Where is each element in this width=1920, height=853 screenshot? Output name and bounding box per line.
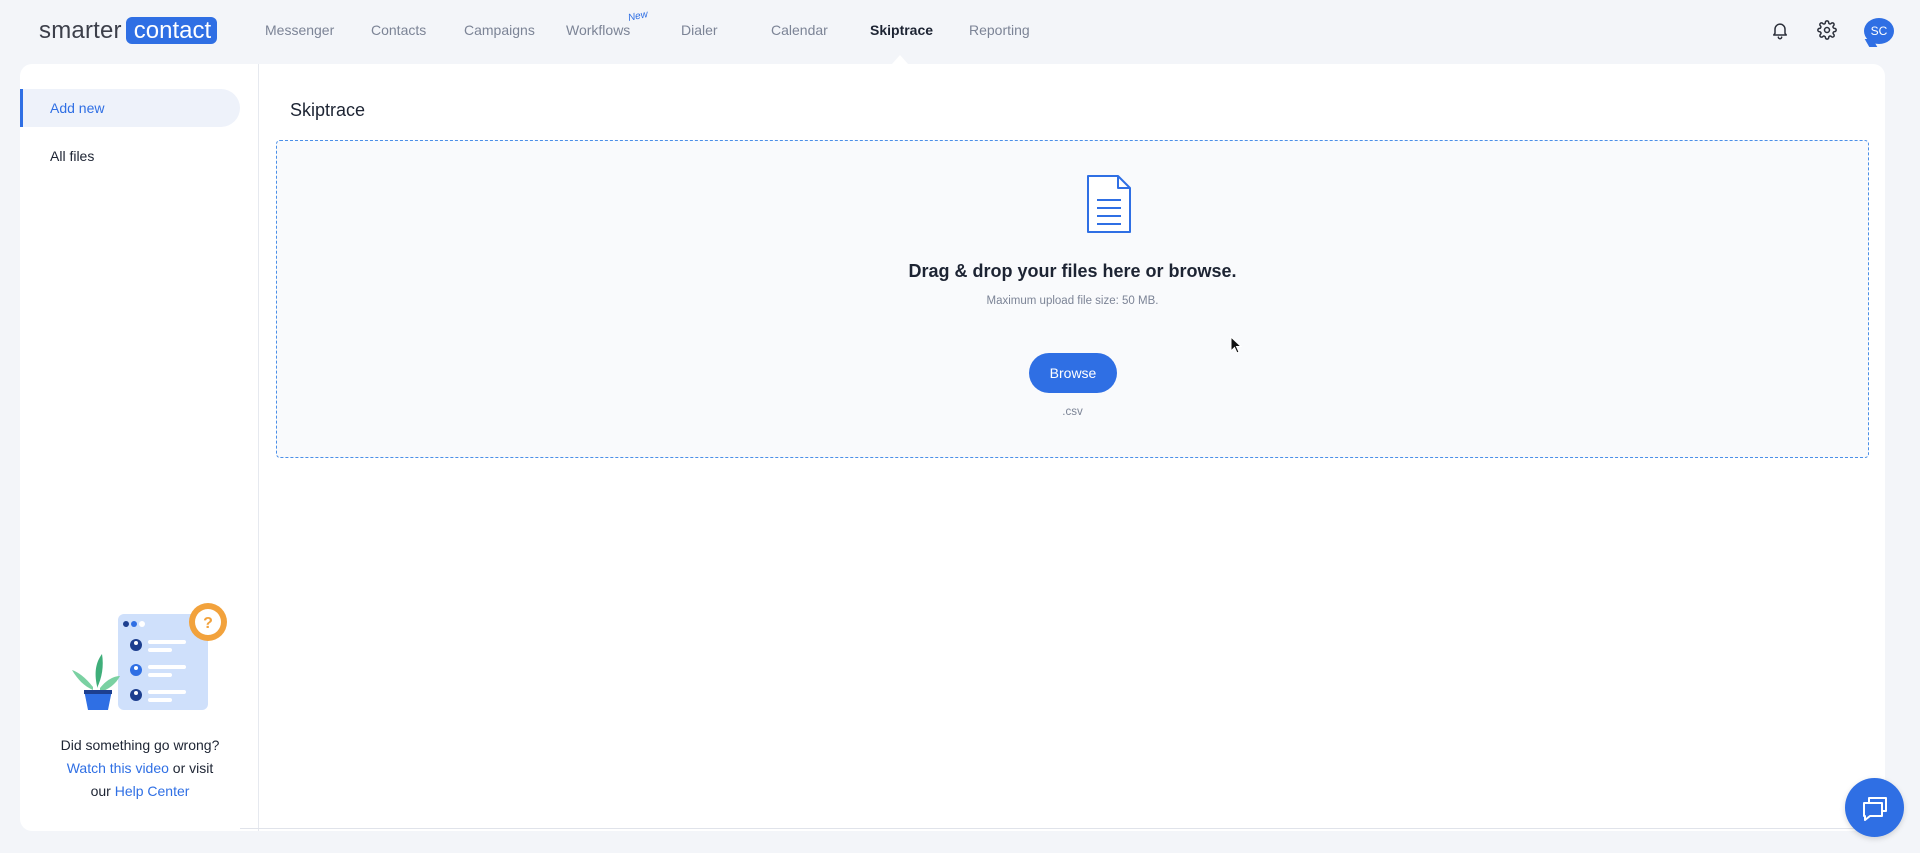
page-title: Skiptrace [290,100,366,120]
nav-calendar[interactable]: Calendar [771,22,828,38]
nav-workflows[interactable]: Workflows [566,22,630,38]
help-center-link[interactable]: Help Center [115,783,190,799]
help-text: Did something go wrong? Watch this video… [40,734,240,803]
new-badge: New [627,9,649,24]
our-text: our [90,783,115,799]
document-icon [1087,175,1131,233]
watch-video-link[interactable]: Watch this video [67,760,169,776]
help-line-2: Watch this video or visit [40,757,240,780]
nav-reporting[interactable]: Reporting [969,22,1030,38]
nav-messenger[interactable]: Messenger [265,22,334,38]
file-dropzone[interactable]: Drag & drop your files here or browse. M… [276,140,1869,458]
gear-icon[interactable] [1815,18,1839,42]
chat-support-button[interactable] [1845,778,1904,837]
bell-icon[interactable] [1768,18,1792,42]
brand-word-smarter: smarter [39,17,122,44]
or-visit-text: or visit [168,760,214,776]
nav-skiptrace[interactable]: Skiptrace [870,22,933,38]
help-illustration: ? [72,603,227,710]
brand-word-contact: contact [125,17,218,44]
mouse-cursor-icon [1230,336,1242,354]
sidebar-item-add-new[interactable]: Add new [20,89,240,127]
top-navigation: smarter contact Messenger Contacts Campa… [0,0,1920,64]
brand-logo[interactable]: smarter contact [39,17,218,44]
chat-icon [1862,796,1887,821]
user-avatar[interactable]: SC [1864,18,1894,44]
svg-text:?: ? [203,615,213,632]
bottom-divider [240,828,1885,829]
allowed-extension: .csv [1062,406,1083,418]
main-content: Skiptrace Drag & drop your files here or… [260,64,1885,831]
nav-campaigns[interactable]: Campaigns [464,22,535,38]
help-line-1: Did something go wrong? [60,737,220,753]
dropzone-title: Drag & drop your files here or browse. [908,261,1237,281]
app-shell: Add new All files ? Did something go wro… [20,64,1885,831]
browse-button[interactable]: Browse [1029,353,1117,393]
nav-contacts[interactable]: Contacts [371,22,426,38]
sidebar: Add new All files ? Did something go wro… [20,64,259,831]
help-line-3: our Help Center [40,780,240,803]
active-nav-pointer [892,55,908,64]
nav-dialer[interactable]: Dialer [681,22,718,38]
sidebar-item-all-files[interactable]: All files [20,137,240,175]
dropzone-max-size: Maximum upload file size: 50 MB. [986,295,1159,307]
